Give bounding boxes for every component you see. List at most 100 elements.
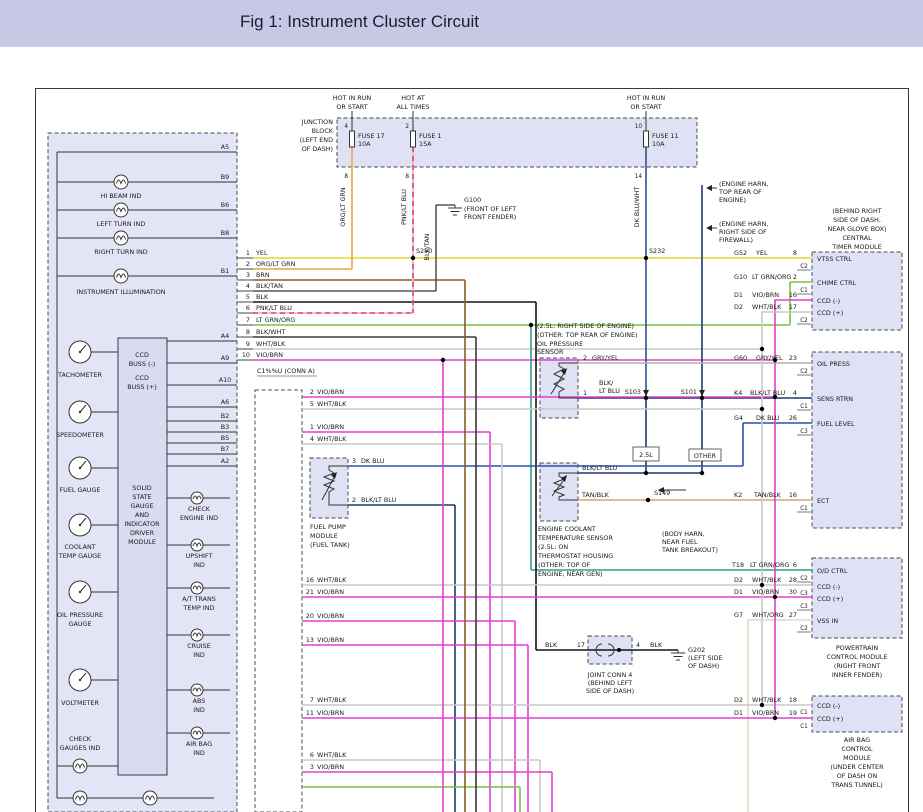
ect-sensor-label: ENGINE COOLANT xyxy=(538,525,596,533)
right-turn-label: RIGHT TURN IND xyxy=(94,248,148,256)
airbag-row-label: CCD (-) xyxy=(817,702,840,710)
circuit-id: D1 xyxy=(734,709,743,717)
variant-25l-label: 2.5L xyxy=(639,451,653,459)
check-gauges-label: GAUGES IND xyxy=(60,744,101,752)
wire-color: BLK/LT BLU xyxy=(750,389,786,397)
edge-pin: A6 xyxy=(221,398,229,406)
fuse-pin: 4 xyxy=(344,124,348,130)
ctm-row-label: CCD (-) xyxy=(817,297,840,305)
conn-b-color: WHT/BLK xyxy=(317,576,347,584)
air-bag-ind-label: IND xyxy=(193,749,205,757)
g202-ground-icon xyxy=(671,650,685,660)
fuse-pin: 8 xyxy=(344,174,348,180)
engine-harn2-note: FIREWALL) xyxy=(719,236,753,244)
edge-pin: A4 xyxy=(221,332,229,340)
abs-lamp-icon xyxy=(191,684,203,696)
connector-id: C1 xyxy=(800,288,808,294)
engine-harn1-note: ENGINE) xyxy=(719,196,746,204)
conn-a-color: BLK/TAN xyxy=(256,282,283,290)
left-turn-label: LEFT TURN IND xyxy=(97,220,146,228)
tachometer-label: TACHOMETER xyxy=(57,371,102,379)
conn-a-color: YEL xyxy=(255,249,268,257)
conn-b-color: VIO/BRN xyxy=(317,612,344,620)
wire-color: GRY/YEL xyxy=(592,354,619,362)
g100-label: G100 xyxy=(464,196,481,204)
conn-b-color: WHT/BLK xyxy=(317,751,347,759)
pin-number: 1 xyxy=(583,389,587,397)
edge-pin: B2 xyxy=(221,412,229,420)
upshift-lamp-icon xyxy=(191,539,203,551)
pcm-row-label: OIL PRESS xyxy=(817,360,850,368)
wire-color: GRY/YEL xyxy=(756,354,783,362)
joint-conn-label: (BEHIND LEFT xyxy=(588,679,632,687)
ccd-buss-minus-label: BUSS (-) xyxy=(129,360,156,368)
gauge-driver-module-box xyxy=(118,338,167,775)
pin-number: 17 xyxy=(577,641,585,649)
fuse-pin: 2 xyxy=(405,124,409,130)
junction-block-label: JUNCTION xyxy=(301,118,334,126)
driver-module-label: GAUGE xyxy=(131,502,154,510)
cruise-label: IND xyxy=(193,651,205,659)
body-harn-note: (BODY HARN, xyxy=(662,530,705,538)
junction-block-label: OF DASH) xyxy=(302,145,333,153)
fuel-pump-label: MODULE xyxy=(310,532,338,540)
edge-pin: B3 xyxy=(221,423,229,431)
pcm-label: (RIGHT FRONT xyxy=(834,662,880,670)
check-engine-lamp-icon xyxy=(191,492,203,504)
fuel-gauge-icon xyxy=(69,457,91,479)
pin-number: 6 xyxy=(793,561,797,569)
wiring-diagram-page: Fig 1: Instrument Cluster Circuit xyxy=(0,0,923,812)
airbag-label: (UNDER CENTER xyxy=(830,763,884,771)
pcm-row-label: ECT xyxy=(817,497,830,505)
driver-module-label: SOLID xyxy=(132,484,152,492)
engine-harn1-arrow-icon xyxy=(706,185,717,191)
edge-pin: B7 xyxy=(221,445,229,453)
edge-pin: A9 xyxy=(221,354,229,362)
pin-number: 27 xyxy=(789,611,797,619)
ctm-loc: CENTRAL xyxy=(842,234,872,242)
feed1-label: HOT IN RUN xyxy=(333,94,372,102)
fuse-pin: 8 xyxy=(405,174,409,180)
oil-gauge-label: OIL PRESSURE xyxy=(57,611,103,619)
wire-color: WHT/BLK xyxy=(752,696,782,704)
edge-pin: A10 xyxy=(219,376,232,384)
conn-a-pin: 5 xyxy=(246,293,250,301)
cruise-lamp-icon xyxy=(191,629,203,641)
pcm-row-label: SENS RTRN xyxy=(817,395,853,403)
pin-number: 2 xyxy=(793,273,797,281)
circuit-id: D2 xyxy=(734,696,743,704)
feed2-label: ALL TIMES xyxy=(397,103,430,111)
fuse17-amps: 10A xyxy=(358,140,371,148)
edge-pin: B5 xyxy=(221,434,229,442)
pcm-row-label: FUEL LEVEL xyxy=(817,420,855,428)
hi-beam-label: HI BEAM IND xyxy=(101,192,142,200)
right-turn-lamp-icon xyxy=(114,231,128,245)
ctm-loc: (BEHIND RIGHT xyxy=(832,207,881,215)
pin-number: 3 xyxy=(352,457,356,465)
air-bag-lamp-icon xyxy=(191,727,203,739)
conn-a-pin: 7 xyxy=(246,316,250,324)
connector-id: C2 xyxy=(800,369,808,375)
oil-sensor-name: SENSOR xyxy=(537,348,564,356)
ccd-buss-plus-label: CCD xyxy=(135,374,149,382)
conn-a-color: VIO/BRN xyxy=(256,351,283,359)
engine-harn2-arrow-icon xyxy=(706,225,717,231)
left-turn-lamp-icon xyxy=(114,203,128,217)
splice-s101-label: S101 xyxy=(681,388,697,396)
conn-b-pin: 1 xyxy=(310,423,314,431)
conn-b-pin: 4 xyxy=(310,435,314,443)
pcm-label: INNER FENDER) xyxy=(832,671,882,679)
wire-color: VIO/BRN xyxy=(752,291,779,299)
cluster-conn-b-box xyxy=(255,390,302,812)
bottom-lamp-icon xyxy=(73,791,87,805)
abs-label: ABS xyxy=(193,697,206,705)
conn-b-color: WHT/BLK xyxy=(317,435,347,443)
pin-number: 26 xyxy=(789,414,797,422)
conn-b-pin: 13 xyxy=(306,636,314,644)
wire-color-label: ORG/LT GRN xyxy=(339,187,347,227)
oil-gauge-label: GAUGE xyxy=(69,620,92,628)
pin-number: 8 xyxy=(793,249,797,257)
edge-pin: B8 xyxy=(221,229,229,237)
circuit-id: G4 xyxy=(734,414,743,422)
cruise-label: CRUISE xyxy=(187,642,211,650)
